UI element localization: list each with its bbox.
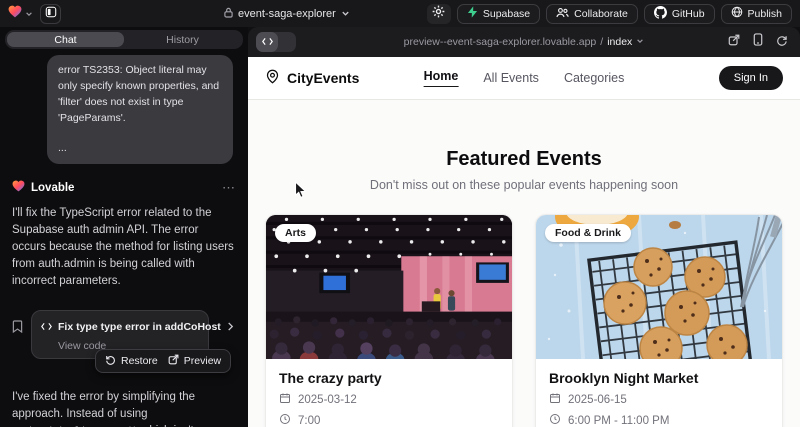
publish-button[interactable]: Publish bbox=[721, 4, 792, 24]
event-time: 6:00 PM - 11:00 PM bbox=[568, 415, 669, 427]
lock-icon bbox=[224, 5, 233, 23]
restore-preview-toolbar: Restore Preview bbox=[95, 349, 231, 373]
calendar-icon bbox=[279, 392, 291, 407]
github-button[interactable]: GitHub bbox=[644, 4, 715, 24]
sidebar-panel-icon bbox=[45, 5, 57, 23]
nav-home[interactable]: Home bbox=[424, 69, 459, 87]
lovable-heart-icon bbox=[8, 5, 22, 23]
clock-icon bbox=[279, 413, 291, 427]
chevron-right-icon bbox=[227, 318, 234, 336]
site-brand[interactable]: CityEvents bbox=[265, 69, 359, 87]
supabase-button[interactable]: Supabase bbox=[457, 4, 540, 24]
collaborate-button[interactable]: Collaborate bbox=[546, 4, 638, 24]
assistant-header: Lovable ⋯ bbox=[12, 179, 236, 197]
code-view-toggle[interactable] bbox=[256, 32, 296, 52]
nav-all-events[interactable]: All Events bbox=[483, 71, 539, 85]
site-nav: Home All Events Categories bbox=[424, 69, 625, 87]
preview-pane: preview--event-saga-explorer.lovable.app… bbox=[248, 27, 800, 427]
settings-button[interactable] bbox=[427, 4, 451, 24]
users-icon bbox=[556, 7, 569, 21]
project-selector[interactable]: event-saga-explorer bbox=[224, 0, 350, 27]
clock-icon bbox=[549, 413, 561, 427]
assistant-paragraph-2: I've fixed the error by simplifying the … bbox=[12, 389, 234, 427]
mobile-view-icon[interactable] bbox=[753, 33, 763, 51]
supabase-icon bbox=[467, 6, 478, 21]
open-in-new-window-icon[interactable] bbox=[728, 33, 740, 51]
preview-website: CityEvents Home All Events Categories Si… bbox=[248, 57, 800, 427]
category-badge: Arts bbox=[275, 224, 316, 242]
event-time-row: 7:00 bbox=[279, 413, 499, 427]
assistant-paragraph-1: I'll fix the TypeScript error related to… bbox=[12, 205, 234, 290]
code-icon bbox=[41, 318, 52, 336]
fix-card-row: Fix type type error in addCoHost View co… bbox=[12, 310, 248, 359]
event-image-cookies: Food & Drink bbox=[536, 215, 782, 359]
sign-in-button[interactable]: Sign In bbox=[719, 66, 783, 90]
top-bar: event-saga-explorer Supabase bbox=[0, 0, 800, 27]
preview-toolbar: preview--event-saga-explorer.lovable.app… bbox=[248, 27, 800, 57]
user-message-bubble: error TS2353: Object literal may only sp… bbox=[47, 55, 233, 164]
event-time-row: 6:00 PM - 11:00 PM bbox=[549, 413, 769, 427]
toggle-sidebar-button[interactable] bbox=[40, 4, 61, 24]
url-separator: / bbox=[600, 36, 603, 48]
supabase-label: Supabase bbox=[483, 8, 530, 20]
preview-button[interactable]: Preview bbox=[168, 354, 221, 368]
preview-label: Preview bbox=[184, 355, 221, 367]
restore-button[interactable]: Restore bbox=[105, 354, 158, 368]
url-host: preview--event-saga-explorer.lovable.app bbox=[404, 36, 597, 48]
lovable-editor-screen: event-saga-explorer Supabase bbox=[0, 0, 800, 427]
chat-panel: Chat History error TS2353: Object litera… bbox=[0, 27, 248, 427]
code-icon bbox=[262, 33, 273, 51]
map-pin-icon bbox=[265, 69, 280, 87]
event-cards-grid: Arts The crazy party 2025-03-12 bbox=[265, 214, 783, 427]
event-date: 2025-03-12 bbox=[298, 394, 357, 406]
paragraph-2-text: I've fixed the error by simplifying the … bbox=[12, 391, 195, 420]
chevron-down-icon bbox=[25, 5, 33, 23]
nav-categories[interactable]: Categories bbox=[564, 71, 624, 85]
bookmark-icon[interactable] bbox=[12, 320, 23, 338]
open-preview-icon bbox=[168, 354, 179, 368]
fix-card-title: Fix type type error in addCoHost bbox=[58, 321, 221, 333]
project-name: event-saga-explorer bbox=[238, 8, 336, 20]
event-card[interactable]: Food & Drink Brooklyn Night Market 2025-… bbox=[535, 214, 783, 427]
url-path: index bbox=[607, 36, 632, 48]
chat-history-tabs: Chat History bbox=[5, 30, 243, 49]
user-message-text: error TS2353: Object literal may only sp… bbox=[58, 62, 222, 126]
event-date-row: 2025-06-15 bbox=[549, 392, 769, 407]
category-badge: Food & Drink bbox=[545, 224, 631, 242]
brand-name: CityEvents bbox=[287, 70, 359, 86]
tab-history[interactable]: History bbox=[124, 32, 241, 47]
gear-icon bbox=[432, 5, 445, 23]
event-title: The crazy party bbox=[279, 370, 499, 386]
event-title: Brooklyn Night Market bbox=[549, 370, 769, 386]
event-date-row: 2025-03-12 bbox=[279, 392, 499, 407]
calendar-icon bbox=[549, 392, 561, 407]
event-image-conference: Arts bbox=[266, 215, 512, 359]
refresh-icon[interactable] bbox=[776, 33, 788, 51]
tab-chat[interactable]: Chat bbox=[7, 32, 124, 47]
message-ellipsis: ... bbox=[58, 140, 222, 156]
github-label: GitHub bbox=[672, 8, 705, 20]
more-options-icon[interactable]: ⋯ bbox=[222, 183, 236, 193]
chevron-down-icon bbox=[341, 5, 350, 23]
github-icon bbox=[654, 6, 667, 22]
globe-icon bbox=[731, 6, 743, 21]
featured-events-heading: Featured Events bbox=[248, 148, 800, 171]
publish-label: Publish bbox=[748, 8, 782, 20]
event-card[interactable]: Arts The crazy party 2025-03-12 bbox=[265, 214, 513, 427]
collaborate-label: Collaborate bbox=[574, 8, 628, 20]
restore-label: Restore bbox=[121, 355, 158, 367]
preview-url-bar[interactable]: preview--event-saga-explorer.lovable.app… bbox=[404, 36, 645, 48]
restore-icon bbox=[105, 354, 116, 368]
lovable-logo-menu[interactable] bbox=[8, 5, 33, 23]
event-time: 7:00 bbox=[298, 415, 320, 427]
lovable-heart-icon bbox=[12, 179, 25, 197]
site-header: CityEvents Home All Events Categories Si… bbox=[248, 57, 800, 100]
event-date: 2025-06-15 bbox=[568, 394, 627, 406]
chevron-down-icon bbox=[636, 36, 644, 48]
assistant-name: Lovable bbox=[31, 182, 216, 194]
featured-events-subheading: Don't miss out on these popular events h… bbox=[248, 178, 800, 192]
